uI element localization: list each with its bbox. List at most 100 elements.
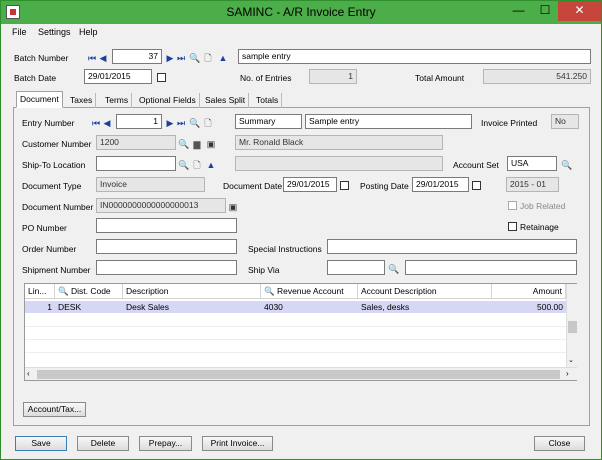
scroll-right-icon[interactable]: › xyxy=(566,369,569,378)
posting-date-input[interactable]: 29/01/2015 xyxy=(412,177,469,192)
scroll-left-icon[interactable]: ‹ xyxy=(27,369,30,378)
shipto-new-icon[interactable]: 🗋 xyxy=(192,160,202,171)
ship-via-description-input[interactable] xyxy=(405,260,577,275)
posting-date-calendar-icon[interactable] xyxy=(472,181,481,190)
table-row-empty[interactable] xyxy=(25,354,566,366)
shipto-zoom-icon[interactable]: ▲ xyxy=(206,160,216,171)
tab-sales-split[interactable]: Sales Split xyxy=(202,93,250,108)
entry-prev-icon[interactable]: ◀ xyxy=(102,118,112,129)
document-date-input[interactable]: 29/01/2015 xyxy=(283,177,337,192)
invoice-printed-value: No xyxy=(551,114,579,129)
document-number-value: IN0000000000000000013 xyxy=(96,198,226,213)
customer-name-value: Mr. Ronald Black xyxy=(235,135,443,150)
maximize-button[interactable]: ☐ xyxy=(532,1,558,21)
menu-help[interactable]: Help xyxy=(79,27,98,37)
tab-optional-fields[interactable]: Optional Fields xyxy=(136,93,200,108)
entry-number-label: Entry Number xyxy=(22,118,75,128)
account-set-label: Account Set xyxy=(453,160,499,170)
entry-new-icon[interactable]: 🗋 xyxy=(203,118,213,129)
retainage-label: Retainage xyxy=(520,222,559,232)
col-header-amount[interactable]: Amount xyxy=(492,284,566,299)
dist-code-finder-icon: 🔍 xyxy=(58,286,69,296)
entry-number-input[interactable]: 1 xyxy=(116,114,162,129)
special-instructions-input[interactable] xyxy=(327,239,577,254)
close-window-button[interactable]: ✕ xyxy=(558,1,601,21)
close-button[interactable]: Close xyxy=(534,436,585,451)
batch-date-input[interactable]: 29/01/2015 xyxy=(84,69,152,84)
col-header-line[interactable]: Lin... xyxy=(25,284,55,299)
entry-next-icon[interactable]: ▶ xyxy=(165,118,175,129)
account-set-input[interactable]: USA xyxy=(507,156,557,171)
batch-date-calendar-icon[interactable] xyxy=(157,73,166,82)
save-button[interactable]: Save xyxy=(15,436,67,451)
menu-bar: File Settings Help xyxy=(1,24,601,40)
table-row-empty[interactable] xyxy=(25,328,566,340)
table-row-empty[interactable] xyxy=(25,341,566,353)
detail-grid[interactable]: Lin... 🔍 Dist. Code Description 🔍 Revenu… xyxy=(24,283,577,381)
ship-to-location-label: Ship-To Location xyxy=(22,160,86,170)
col-header-revenue-account[interactable]: 🔍 Revenue Account xyxy=(261,284,358,299)
ship-to-location-input[interactable] xyxy=(96,156,176,171)
zoom-up-icon[interactable]: ▲ xyxy=(218,53,228,64)
grid-vertical-scrollbar[interactable]: ⌄ xyxy=(566,284,577,367)
entry-first-icon[interactable]: ⏮ xyxy=(91,118,101,129)
col-header-description[interactable]: Description xyxy=(123,284,261,299)
customer-drilldown-icon[interactable]: ▣ xyxy=(206,139,216,150)
document-date-calendar-icon[interactable] xyxy=(340,181,349,190)
document-drilldown-icon[interactable]: ▣ xyxy=(228,202,238,213)
account-tax-button[interactable]: Account/Tax... xyxy=(23,402,86,417)
delete-button[interactable]: Delete xyxy=(77,436,129,451)
cell-line: 1 xyxy=(47,302,52,312)
ship-via-finder-icon[interactable]: 🔍 xyxy=(388,264,399,275)
ship-via-input[interactable] xyxy=(327,260,385,275)
tab-totals[interactable]: Totals xyxy=(253,93,283,108)
tab-terms[interactable]: Terms xyxy=(102,93,133,108)
first-icon[interactable]: ⏮ xyxy=(87,53,97,64)
tab-taxes[interactable]: Taxes xyxy=(67,93,97,108)
po-number-input[interactable] xyxy=(96,218,237,233)
grid-horizontal-scrollbar[interactable]: ‹ › xyxy=(25,367,577,380)
posting-date-label: Posting Date xyxy=(360,181,409,191)
hscroll-thumb[interactable] xyxy=(37,370,560,379)
scroll-down-icon[interactable]: ⌄ xyxy=(568,356,574,364)
document-date-label: Document Date xyxy=(223,181,283,191)
menu-settings[interactable]: Settings xyxy=(38,27,71,37)
job-related-label: Job Related xyxy=(520,201,566,211)
cell-account-description: Sales, desks xyxy=(361,302,410,312)
shipment-number-input[interactable] xyxy=(96,260,237,275)
minimize-button[interactable]: — xyxy=(505,1,532,21)
batch-description-input[interactable]: sample entry xyxy=(238,49,591,64)
account-set-finder-icon[interactable]: 🔍 xyxy=(561,160,572,171)
title-bar[interactable]: SAMINC - A/R Invoice Entry — ☐ ✕ xyxy=(1,1,601,24)
finder-icon[interactable]: 🔍 xyxy=(189,53,200,64)
table-row-empty[interactable] xyxy=(25,315,566,327)
customer-new-icon[interactable]: ▆ xyxy=(192,139,202,150)
retainage-checkbox[interactable] xyxy=(508,222,517,231)
next-icon[interactable]: ▶ xyxy=(165,53,175,64)
batch-number-input[interactable]: 37 xyxy=(112,49,162,64)
col-header-account-description[interactable]: Account Description xyxy=(358,284,492,299)
shipto-finder-icon[interactable]: 🔍 xyxy=(178,160,189,171)
print-invoice-button[interactable]: Print Invoice... xyxy=(202,436,273,451)
new-document-icon[interactable]: 🗋 xyxy=(203,53,213,64)
customer-number-label: Customer Number xyxy=(22,139,92,149)
customer-finder-icon[interactable]: 🔍 xyxy=(178,139,189,150)
last-icon[interactable]: ⏭ xyxy=(176,53,186,64)
order-number-input[interactable] xyxy=(96,239,237,254)
prepay-button[interactable]: Prepay... xyxy=(139,436,192,451)
batch-date-label: Batch Date xyxy=(14,73,57,83)
entry-finder-icon[interactable]: 🔍 xyxy=(189,118,200,129)
menu-file[interactable]: File xyxy=(12,27,27,37)
table-row[interactable]: 1 DESK Desk Sales 4030 Sales, desks 500.… xyxy=(25,301,566,313)
summary-input[interactable]: Sample entry xyxy=(305,114,472,129)
prev-icon[interactable]: ◀ xyxy=(98,53,108,64)
summary-label-box: Summary xyxy=(235,114,302,129)
document-type-label: Document Type xyxy=(22,181,82,191)
col-header-dist-code[interactable]: 🔍 Dist. Code xyxy=(55,284,123,299)
vscroll-thumb[interactable] xyxy=(568,321,577,333)
entry-last-icon[interactable]: ⏭ xyxy=(176,118,186,129)
customer-number-input[interactable]: 1200 xyxy=(96,135,176,150)
job-related-checkbox[interactable] xyxy=(508,201,517,210)
ship-via-label: Ship Via xyxy=(248,265,280,275)
tab-document[interactable]: Document xyxy=(16,91,63,108)
